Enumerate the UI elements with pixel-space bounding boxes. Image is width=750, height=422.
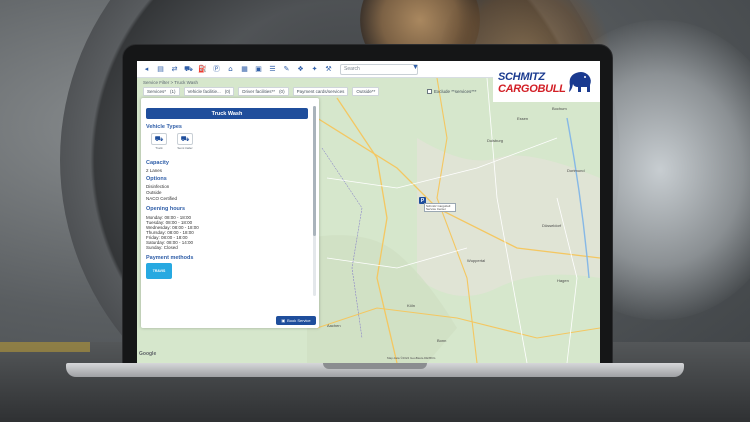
exclude-checkbox[interactable] (427, 89, 432, 94)
logo-word-1: SCHMITZ (498, 71, 545, 83)
back-icon[interactable]: ◂ (141, 64, 152, 74)
poi-tooltip[interactable]: Schmitz Cargobull Service Center (424, 203, 456, 212)
capacity-value: 2 Lanes (146, 168, 163, 173)
travis-payment-badge: TRAVIS (146, 263, 172, 279)
logo-word-2: CARGOBULL (498, 83, 566, 95)
calendar-icon: ▣ (281, 318, 286, 323)
city-label: Duisburg (487, 138, 504, 143)
tools-icon[interactable]: ⚒ (323, 64, 334, 74)
filter-label: Vehicle facilitie... (187, 89, 221, 94)
route-icon[interactable]: ⇄ (169, 64, 180, 74)
building-icon[interactable]: ▦ (239, 64, 250, 74)
payment-filter[interactable]: Payment cards/services (292, 87, 349, 96)
hours-line: Sunday: Closed (146, 245, 178, 250)
vehicle-facilities-filter[interactable]: Vehicle facilitie... (0) (183, 87, 235, 96)
laptop-screen: Düsseldorf Duisburg Essen Bochum Dortmun… (137, 61, 600, 363)
fuel-icon[interactable]: ⛽ (197, 64, 208, 74)
vehicle-type-label: Semi trailer (177, 146, 193, 150)
city-label: Köln (407, 303, 416, 308)
grid-icon[interactable]: ▣ (253, 64, 264, 74)
vehicle-type-truck: ⛟ Truck (148, 133, 170, 151)
google-logo: Google (139, 351, 157, 357)
filter-icon[interactable]: ▼ (412, 64, 419, 71)
truck-icon[interactable]: ⛟ (183, 64, 194, 74)
filter-bar: Services* (1) Vehicle facilitie... (0) D… (143, 87, 380, 96)
filter-count: (0) (224, 89, 231, 94)
wash-icon[interactable]: ❖ (295, 64, 306, 74)
book-service-label: Book Service (287, 318, 311, 323)
city-label: Wuppertal (467, 258, 486, 263)
option-item: Disinfection (146, 184, 170, 189)
payment-badge-label: TRAVIS (152, 269, 166, 273)
location-detail-panel: Truck Wash Vehicle Types ⛟ Truck ⛟ Semi … (141, 98, 319, 328)
filter-count: (0) (279, 89, 285, 94)
city-label: Aachen (327, 323, 341, 328)
wrench-icon[interactable]: ✎ (281, 64, 292, 74)
payment-methods-title: Payment methods (146, 255, 194, 261)
filter-count: (1) (170, 89, 176, 94)
truck-wash-button[interactable]: Truck Wash (146, 108, 308, 119)
map-copyright: Map data ©2024 GeoBasis-DE/BKG (387, 356, 436, 360)
parking-icon[interactable]: Ⓟ (211, 64, 222, 74)
capacity-title: Capacity (146, 160, 169, 166)
city-label: Düsseldorf (542, 223, 562, 228)
opening-hours-title: Opening hours (146, 206, 186, 212)
vehicle-type-semi-trailer: ⛟ Semi trailer (174, 133, 196, 151)
filter-label: Driver facilities** (242, 89, 276, 94)
breadcrumb: Service Filter > Truck Wash (143, 80, 198, 85)
exclude-checkbox-row[interactable]: Exclude **services*** (427, 89, 477, 94)
outside-filter[interactable]: Outside** (352, 87, 380, 96)
driver-facilities-filter[interactable]: Driver facilities** (0) (238, 87, 289, 96)
elephant-icon (569, 72, 591, 92)
truck-icon: ⛟ (151, 133, 167, 145)
option-item: NACO Certified (146, 196, 178, 201)
star-icon[interactable]: ✦ (309, 64, 320, 74)
layers-icon[interactable]: ▤ (155, 64, 166, 74)
schmitz-cargobull-logo: SCHMITZ CARGOBULL (493, 64, 600, 102)
laptop-notch (323, 363, 427, 369)
panel-scrollbar[interactable] (313, 106, 316, 296)
floor-stripe (0, 342, 90, 352)
city-label: Essen (517, 116, 529, 121)
filter-label: Services* (147, 89, 167, 94)
list-icon[interactable]: ☰ (267, 64, 278, 74)
city-label: Hagen (557, 278, 569, 283)
city-label: Bonn (437, 338, 447, 343)
book-service-button[interactable]: ▣ Book Service (276, 316, 316, 325)
options-title: Options (146, 176, 167, 182)
services-filter[interactable]: Services* (1) (143, 87, 180, 96)
home-icon[interactable]: ⌂ (225, 64, 236, 74)
exclude-label: Exclude **services*** (434, 89, 477, 94)
city-label: Bochum (552, 106, 567, 111)
vehicle-types-title: Vehicle Types (146, 124, 182, 130)
vehicle-type-label: Truck (155, 146, 163, 150)
option-item: Outside (146, 190, 162, 195)
scrollbar-thumb[interactable] (313, 106, 316, 236)
filter-label: Payment cards/services (296, 89, 345, 94)
filter-label: Outside** (356, 89, 376, 94)
semi-trailer-icon: ⛟ (177, 133, 193, 145)
city-label: Dortmund (567, 168, 585, 173)
search-input[interactable]: Search (340, 64, 418, 75)
